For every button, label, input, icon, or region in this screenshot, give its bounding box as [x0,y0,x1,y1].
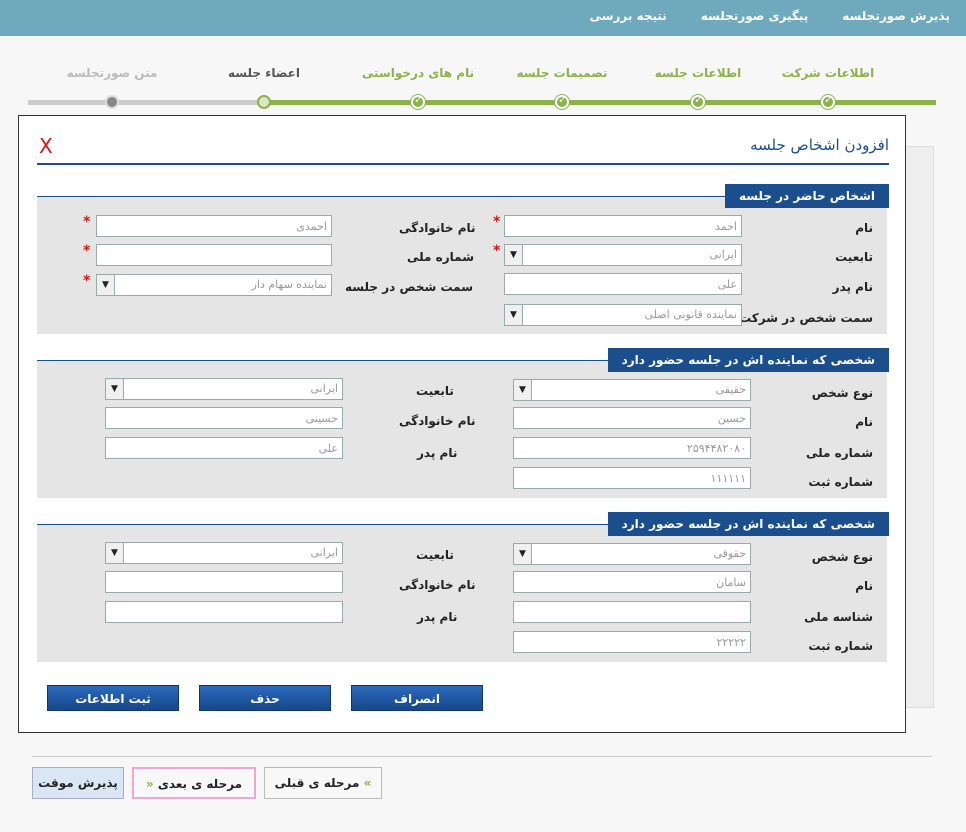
family-input[interactable] [96,215,332,237]
current-step-icon [257,95,271,109]
role-in-company-select[interactable]: نماینده قانونی اصلی ▼ [504,304,742,326]
role-in-session-label: سمت شخص در جلسه [345,280,474,294]
chevron-down-icon: ▼ [106,379,124,399]
next-step-button[interactable]: مرحله ی بعدی « [132,767,256,799]
required-mark: * [83,243,91,259]
section-heading-represented-person: شخصی که نماینده اش در جلسه حضور دارد [607,348,889,372]
name-input[interactable] [513,571,751,593]
chevron-down-icon: ▼ [505,245,523,265]
chevron-down-icon: ▼ [505,305,523,325]
registration-number-input[interactable] [513,467,751,489]
person-type-select[interactable]: حقیقی ▼ [513,379,751,401]
top-nav-bar: پذیرش صورتجلسه پیگیری صورتجلسه نتیجه برر… [0,0,966,36]
wizard-step-session-info[interactable]: اطلاعات جلسه [655,66,742,80]
modal-title: افزودن اشخاص جلسه [750,136,889,154]
section-heading-present-persons: اشخاص حاضر در جلسه [724,184,889,208]
nav-item-track-minutes[interactable]: پیگیری صورتجلسه [701,9,809,23]
chevron-down-icon: ▼ [97,275,115,295]
family-label: نام خانوادگی [399,414,476,428]
required-mark: * [493,243,501,259]
modal-title-divider [37,163,889,165]
name-label: نام [855,579,873,593]
previous-step-label: مرحله ی قبلی [274,776,360,790]
registration-number-input[interactable] [513,631,751,653]
double-chevron-left-icon: « [145,777,154,791]
registration-number-label: شماره ثبت [808,475,873,489]
family-label: نام خانوادگی [399,221,476,235]
double-chevron-right-icon: » [363,776,372,790]
top-nav-menu: پذیرش صورتجلسه پیگیری صورتجلسه نتیجه برر… [590,9,950,23]
nav-item-review-result[interactable]: نتیجه بررسی [590,9,667,23]
close-icon[interactable]: X [39,134,53,158]
check-icon [821,93,835,109]
role-in-session-select[interactable]: نماینده سهام دار ▼ [96,274,332,296]
nationality-select[interactable]: ایرانی ▼ [105,378,343,400]
registration-number-label: شماره ثبت [808,639,873,653]
person-type-select[interactable]: حقوقی ▼ [513,543,751,565]
wizard-step-minutes-text: متن صورتجلسه [66,66,158,80]
nationality-label: تابعیت [416,548,454,562]
temporary-accept-button[interactable]: پذیرش موقت [32,767,124,799]
wizard-track-pending [28,100,262,105]
check-icon [691,93,705,109]
wizard-step-company-info[interactable]: اطلاعات شرکت [782,66,874,80]
family-input[interactable] [105,407,343,429]
father-name-label: نام پدر [417,446,458,460]
wizard-step-members[interactable]: اعضاء جلسه [228,66,300,80]
nationality-select[interactable]: ایرانی ▼ [504,244,742,266]
required-mark: * [83,273,91,289]
person-type-label: نوع شخص [811,386,873,400]
nationality-label: تابعیت [416,384,454,398]
legal-id-label: شناسه ملی [804,610,873,624]
submit-button[interactable]: ثبت اطلاعات [47,685,179,711]
father-name-input[interactable] [105,437,343,459]
previous-step-button[interactable]: » مرحله ی قبلی [264,767,382,799]
national-id-input[interactable] [513,437,751,459]
pending-step-icon [105,95,119,109]
nationality-select[interactable]: ایرانی ▼ [105,542,343,564]
family-input[interactable] [105,571,343,593]
required-mark: * [83,214,91,230]
father-name-input[interactable] [504,273,742,295]
section-heading-represented-legal-person: شخصی که نماینده اش در جلسه حضور دارد [607,512,889,536]
check-icon [411,93,425,109]
delete-button[interactable]: حذف [199,685,331,711]
wizard-step-requested-names[interactable]: نام های درخواستی [362,66,474,80]
required-mark: * [493,214,501,230]
person-type-label: نوع شخص [811,550,873,564]
chevron-down-icon: ▼ [514,380,532,400]
national-id-label: شماره ملی [407,250,474,264]
national-id-input[interactable] [96,244,332,266]
chevron-down-icon: ▼ [106,543,124,563]
wizard-step-decisions[interactable]: تصمیمات جلسه [516,66,607,80]
footer-divider [32,756,932,757]
next-step-label: مرحله ی بعدی [157,777,243,791]
father-name-label: نام پدر [417,610,458,624]
name-label: نام [855,415,873,429]
role-in-company-label: سمت شخص در شرکت [739,311,873,325]
family-label: نام خانوادگی [399,578,476,592]
cancel-button[interactable]: انصراف [351,685,483,711]
name-input[interactable] [504,215,742,237]
check-icon [555,93,569,109]
father-name-label: نام پدر [832,280,873,294]
chevron-down-icon: ▼ [514,544,532,564]
father-name-input[interactable] [105,601,343,623]
add-session-persons-modal: افزودن اشخاص جلسه X اشخاص حاضر در جلسه ن… [18,115,906,733]
name-input[interactable] [513,407,751,429]
nav-item-accept-minutes[interactable]: پذیرش صورتجلسه [842,9,950,23]
national-id-label: شماره ملی [806,446,873,460]
name-label: نام [855,221,873,235]
nationality-label: تابعیت [835,250,873,264]
legal-id-input[interactable] [513,601,751,623]
